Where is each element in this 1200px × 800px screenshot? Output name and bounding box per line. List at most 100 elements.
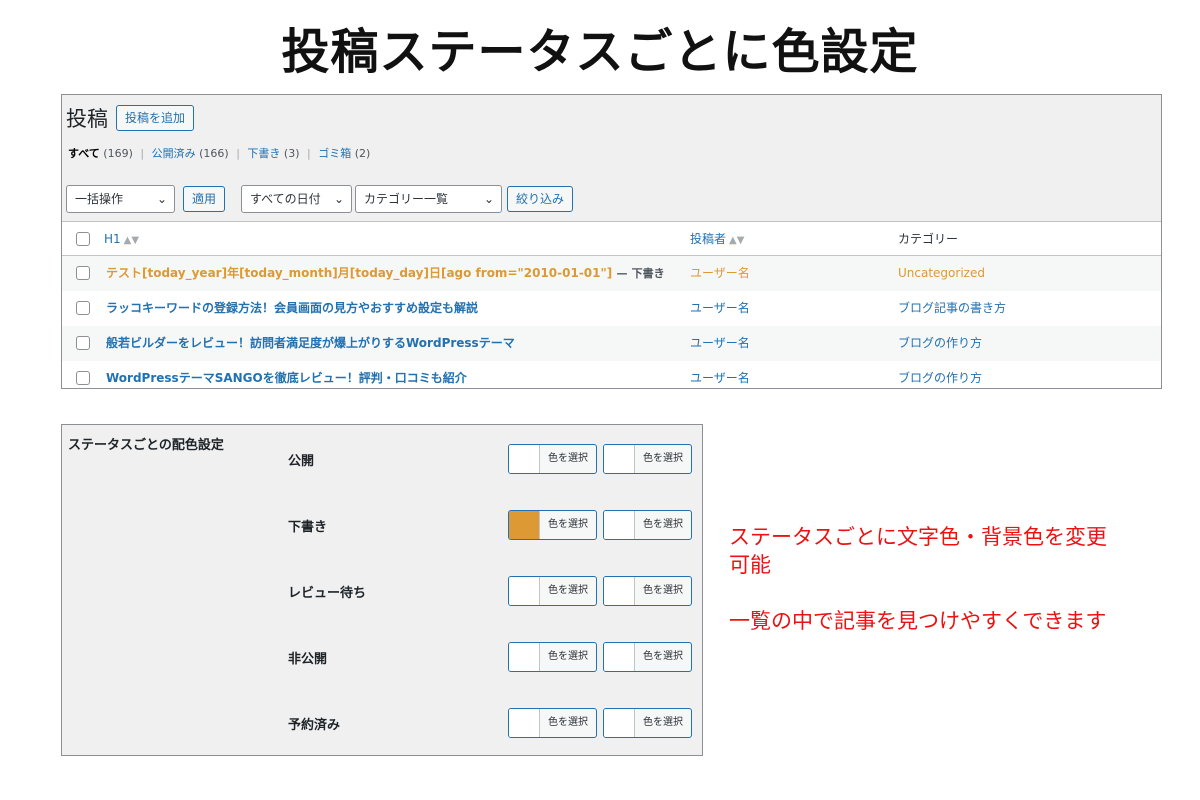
post-author-link[interactable]: ユーザー名	[690, 361, 750, 388]
post-category-link[interactable]: Uncategorized	[898, 256, 985, 291]
table-row: 般若ビルダーをレビュー！訪問者満足度が爆上がりするWordPressテーマ ユー…	[62, 326, 1161, 361]
color-swatch	[509, 643, 540, 671]
text-color-picker-button[interactable]: 色を選択	[508, 444, 597, 474]
color-picker-label: 色を選択	[548, 453, 588, 464]
bulk-action-select[interactable]: 一括操作 ⌄	[66, 185, 175, 213]
chevron-down-icon: ⌄	[483, 192, 494, 206]
post-category-link[interactable]: ブログ記事の書き方	[898, 291, 1006, 326]
post-state-label: 下書き	[631, 267, 665, 280]
column-author-header[interactable]: 投稿者 ▲▼	[690, 222, 744, 257]
post-author-link[interactable]: ユーザー名	[690, 291, 750, 326]
page-title: 投稿ステータスごとに色設定	[281, 24, 919, 80]
color-picker-label: 色を選択	[643, 651, 683, 662]
filter-button[interactable]: 絞り込み	[507, 186, 574, 212]
column-title-header[interactable]: H1 ▲▼	[104, 222, 139, 257]
annotation-text: ステータスごとに文字色・背景色を変更 可能 一覧の中で記事を見つけやすくできます	[729, 523, 1107, 635]
row-checkbox[interactable]	[76, 301, 90, 315]
color-swatch	[604, 511, 635, 539]
view-all-count: (169)	[103, 147, 133, 160]
status-label: 公開	[288, 454, 315, 469]
table-row: ラッコキーワードの登録方法！会員画面の見方やおすすめ設定も解説 ユーザー名 ブロ…	[62, 291, 1161, 326]
apply-button[interactable]: 適用	[183, 186, 226, 212]
post-category-link[interactable]: ブログの作り方	[898, 361, 982, 388]
row-checkbox[interactable]	[76, 266, 90, 280]
bg-color-picker-button[interactable]: 色を選択	[603, 510, 692, 540]
date-filter-value: すべての日付	[250, 192, 321, 206]
table-row: WordPressテーマSANGOを徹底レビュー！評判・口コミも紹介 ユーザー名…	[62, 361, 1161, 388]
add-new-post-button[interactable]: 投稿を追加	[116, 105, 195, 131]
select-all-checkbox[interactable]	[76, 232, 90, 246]
posts-header: 投稿 投稿を追加	[66, 103, 195, 133]
sort-icon: ▲▼	[729, 235, 745, 246]
post-status-views: すべて (169) | 公開済み (166) | 下書き (3) | ゴミ箱 (…	[68, 145, 370, 161]
text-color-picker-button[interactable]: 色を選択	[508, 510, 597, 540]
color-picker-label: 色を選択	[643, 717, 683, 728]
status-row-private: 非公開 色を選択 色を選択	[62, 642, 702, 674]
chevron-down-icon: ⌄	[333, 192, 344, 206]
posts-table: H1 ▲▼ 投稿者 ▲▼ カテゴリー テスト[today_year]年[today_…	[62, 221, 1161, 388]
status-label: 下書き	[288, 520, 328, 535]
posts-list-panel: 投稿 投稿を追加 すべて (169) | 公開済み (166) | 下書き (3…	[61, 94, 1162, 389]
color-picker-label: 色を選択	[643, 585, 683, 596]
color-swatch	[604, 577, 635, 605]
post-category-link[interactable]: ブログの作り方	[898, 326, 982, 361]
row-checkbox[interactable]	[76, 371, 90, 385]
annotation-line: 可能	[729, 553, 771, 577]
posts-heading: 投稿	[66, 107, 108, 131]
view-draft-count: (3)	[283, 147, 300, 160]
annotation-line: 一覧の中で記事を見つけやすくできます	[729, 609, 1107, 633]
color-swatch	[604, 643, 635, 671]
color-swatch	[509, 511, 540, 539]
date-filter-select[interactable]: すべての日付 ⌄	[241, 185, 352, 213]
color-swatch	[509, 445, 540, 473]
post-title-cell: テスト[today_year]年[today_month]月[today_day…	[106, 256, 665, 291]
color-swatch	[509, 577, 540, 605]
view-draft-link[interactable]: 下書き	[247, 147, 280, 160]
view-separator: |	[307, 147, 311, 160]
color-picker-label: 色を選択	[643, 453, 683, 464]
bulk-action-value: 一括操作	[75, 192, 124, 206]
status-row-publish: 公開 色を選択 色を選択	[62, 444, 702, 476]
bg-color-picker-button[interactable]: 色を選択	[603, 642, 692, 672]
view-trash-count: (2)	[354, 147, 371, 160]
bg-color-picker-button[interactable]: 色を選択	[603, 708, 692, 738]
post-title-link[interactable]: WordPressテーマSANGOを徹底レビュー！評判・口コミも紹介	[106, 361, 467, 388]
status-label: 非公開	[288, 652, 328, 667]
view-published-count: (166)	[199, 147, 229, 160]
category-filter-select[interactable]: カテゴリー一覧 ⌄	[355, 185, 502, 213]
post-title-link[interactable]: テスト[today_year]年[today_month]月[today_day…	[106, 266, 612, 280]
view-separator: |	[236, 147, 240, 160]
row-checkbox[interactable]	[76, 336, 90, 350]
status-row-pending: レビュー待ち 色を選択 色を選択	[62, 576, 702, 608]
category-filter-value: カテゴリー一覧	[364, 192, 449, 206]
color-swatch	[604, 709, 635, 737]
bg-color-picker-button[interactable]: 色を選択	[603, 444, 692, 474]
post-title-link[interactable]: ラッコキーワードの登録方法！会員画面の見方やおすすめ設定も解説	[106, 291, 478, 326]
text-color-picker-button[interactable]: 色を選択	[508, 708, 597, 738]
sort-icon: ▲▼	[123, 235, 140, 246]
status-row-draft: 下書き 色を選択 色を選択	[62, 510, 702, 542]
bg-color-picker-button[interactable]: 色を選択	[603, 576, 692, 606]
post-title-link[interactable]: 般若ビルダーをレビュー！訪問者満足度が爆上がりするWordPressテーマ	[106, 326, 515, 361]
status-label: 予約済み	[288, 718, 341, 733]
view-all-link[interactable]: すべて	[68, 147, 100, 160]
view-separator: |	[140, 147, 145, 160]
color-picker-label: 色を選択	[643, 519, 683, 530]
text-color-picker-button[interactable]: 色を選択	[508, 576, 597, 606]
post-author-link[interactable]: ユーザー名	[690, 256, 750, 291]
chevron-down-icon: ⌄	[156, 192, 167, 206]
view-trash-link[interactable]: ゴミ箱	[318, 147, 351, 160]
status-color-settings-panel: ステータスごとの配色設定 公開 色を選択 色を選択 下書き 色を選択 色を選択 …	[61, 424, 703, 756]
column-category-header: カテゴリー	[898, 232, 959, 246]
text-color-picker-button[interactable]: 色を選択	[508, 642, 597, 672]
table-header: H1 ▲▼ 投稿者 ▲▼ カテゴリー	[62, 221, 1161, 257]
color-swatch	[509, 709, 540, 737]
column-title-label: H1	[104, 232, 121, 246]
color-picker-label: 色を選択	[548, 717, 588, 728]
post-author-link[interactable]: ユーザー名	[690, 326, 750, 361]
view-published-link[interactable]: 公開済み	[152, 147, 196, 160]
annotation-line: ステータスごとに文字色・背景色を変更	[729, 525, 1107, 549]
post-state-separator: —	[616, 267, 628, 280]
column-author-label: 投稿者	[690, 232, 727, 246]
table-row: テスト[today_year]年[today_month]月[today_day…	[62, 256, 1161, 291]
